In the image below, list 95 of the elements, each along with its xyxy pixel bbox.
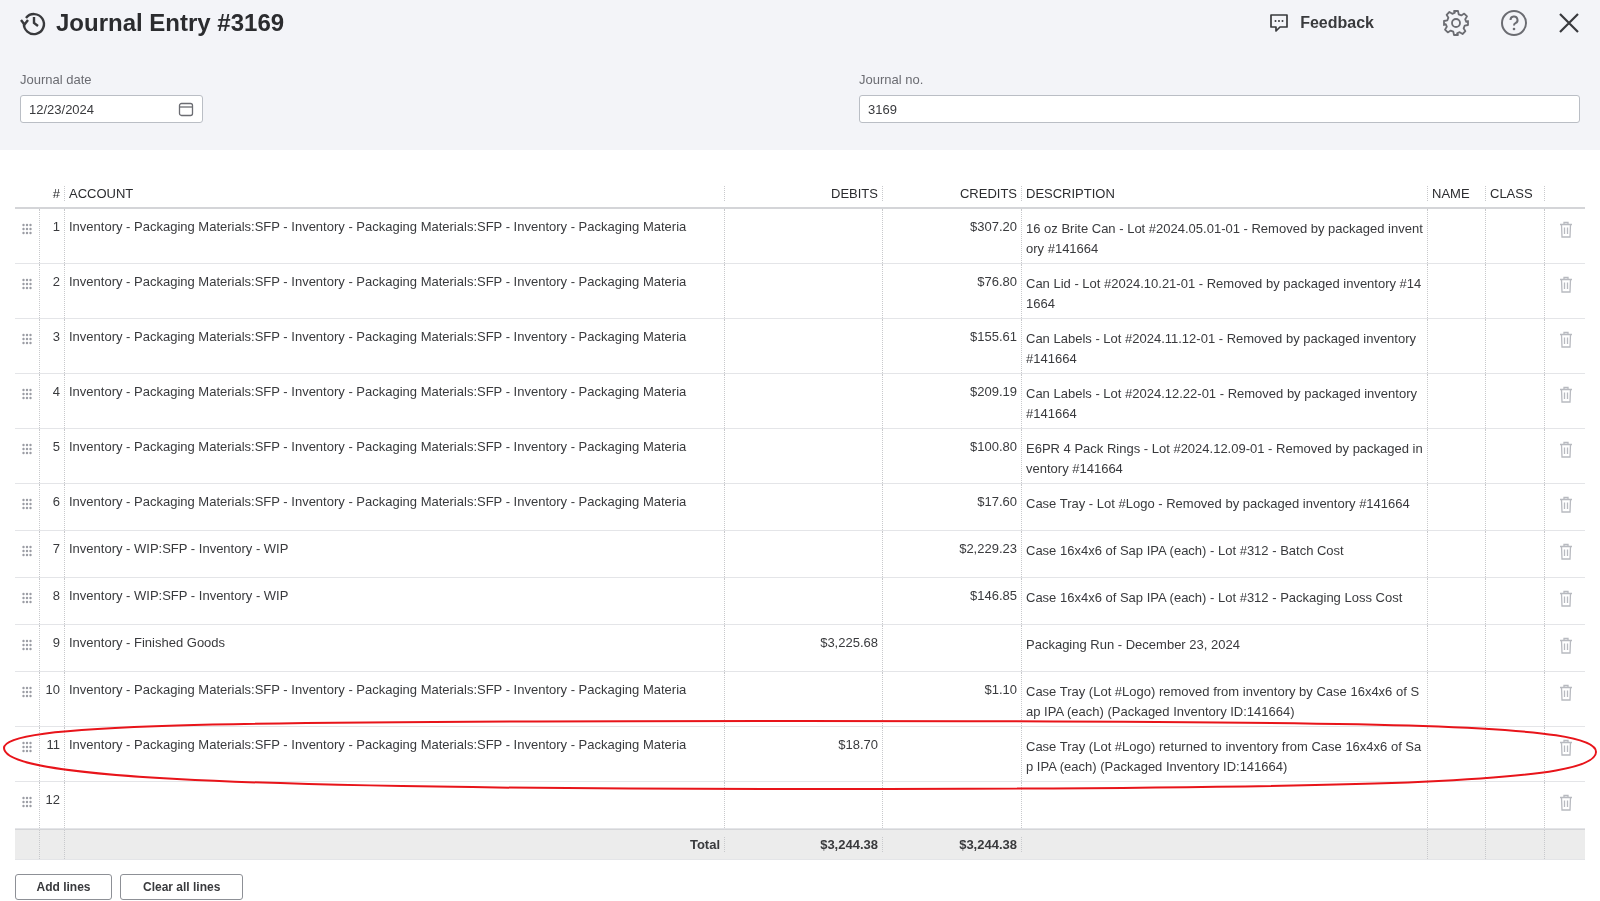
delete-icon[interactable] bbox=[1559, 221, 1573, 238]
settings-button[interactable] bbox=[1442, 9, 1470, 37]
delete-icon[interactable] bbox=[1559, 684, 1573, 701]
account-cell: Inventory - Packaging Materials:SFP - Inventory - Packaging Materials:SFP - Inventory - Packaging Materia bbox=[69, 737, 687, 752]
line-number: 7 bbox=[52, 541, 60, 556]
drag-handle-icon[interactable] bbox=[22, 686, 32, 698]
account-cell: Inventory - Packaging Materials:SFP - Inventory - Packaging Materials:SFP - Inventory - Packaging Materia bbox=[69, 384, 687, 399]
calendar-icon[interactable] bbox=[178, 101, 194, 117]
line-number: 4 bbox=[52, 384, 60, 399]
line-number: 1 bbox=[52, 219, 60, 234]
delete-icon[interactable] bbox=[1559, 441, 1573, 458]
close-icon bbox=[1558, 12, 1580, 34]
account-cell: Inventory - WIP:SFP - Inventory - WIP bbox=[69, 541, 289, 556]
line-number: 12 bbox=[45, 792, 60, 807]
description-cell: E6PR 4 Pack Rings - Lot #2024.12.09-01 - Removed by packaged inventory #141664 bbox=[1026, 441, 1423, 476]
drag-handle-icon[interactable] bbox=[22, 333, 32, 345]
delete-icon[interactable] bbox=[1559, 386, 1573, 403]
drag-handle-icon[interactable] bbox=[22, 545, 32, 557]
date-field[interactable]: 12/23/2024 bbox=[20, 95, 203, 123]
credit-amount: $100.80 bbox=[970, 439, 1017, 454]
drag-handle-icon[interactable] bbox=[22, 592, 32, 604]
column-header: DEBITS bbox=[831, 186, 878, 201]
account-cell: Inventory - Finished Goods bbox=[69, 635, 226, 650]
account-cell: Inventory - Packaging Materials:SFP - Inventory - Packaging Materials:SFP - Inventory - Packaging Materia bbox=[69, 439, 687, 454]
line-number: 3 bbox=[52, 329, 60, 344]
account-cell: Inventory - Packaging Materials:SFP - Inventory - Packaging Materials:SFP - Inventory - Packaging Materia bbox=[69, 274, 687, 289]
delete-icon[interactable] bbox=[1559, 276, 1573, 293]
credit-amount: $17.60 bbox=[977, 494, 1017, 509]
help-icon bbox=[1500, 9, 1528, 37]
drag-handle-icon[interactable] bbox=[22, 498, 32, 510]
description-cell: Can Labels - Lot #2024.11.12-01 - Removed by packaged inventory #141664 bbox=[1026, 331, 1416, 366]
delete-icon[interactable] bbox=[1559, 590, 1573, 607]
delete-icon[interactable] bbox=[1559, 543, 1573, 560]
line-number: 2 bbox=[52, 274, 60, 289]
credit-amount: $155.61 bbox=[970, 329, 1017, 344]
drag-handle-icon[interactable] bbox=[22, 278, 32, 290]
description-cell: Packaging Run - December 23, 2024 bbox=[1026, 637, 1240, 652]
column-header: DESCRIPTION bbox=[1026, 186, 1115, 201]
credit-amount: $1.10 bbox=[984, 682, 1017, 697]
description-cell: 16 oz Brite Can - Lot #2024.05.01-01 - Removed by packaged inventory #141664 bbox=[1026, 221, 1423, 256]
delete-icon[interactable] bbox=[1559, 637, 1573, 654]
delete-icon[interactable] bbox=[1559, 496, 1573, 513]
description-cell: Can Labels - Lot #2024.12.22-01 - Removed by packaged inventory #141664 bbox=[1026, 386, 1417, 421]
account-cell: Inventory - Packaging Materials:SFP - Inventory - Packaging Materials:SFP - Inventory - Packaging Materia bbox=[69, 682, 687, 697]
column-header: CREDITS bbox=[959, 186, 1017, 201]
line-number: 5 bbox=[52, 439, 60, 454]
drag-handle-icon[interactable] bbox=[22, 639, 32, 651]
description-cell: Case Tray (Lot #Logo) removed from inventory by Case 16x4x6 of Sap IPA (each) (Packaged Inventory ID:141664) bbox=[1026, 684, 1420, 719]
drag-handle-icon[interactable] bbox=[22, 223, 32, 235]
account-cell: Inventory - WIP:SFP - Inventory - WIP bbox=[69, 588, 289, 603]
column-header: CLASS bbox=[1490, 186, 1533, 201]
clear-lines-button[interactable]: Clear all lines bbox=[120, 874, 244, 900]
account-cell: Inventory - Packaging Materials:SFP - Inventory - Packaging Materials:SFP - Inventory - Packaging Materia bbox=[69, 219, 687, 234]
credit-amount: $2,229.23 bbox=[959, 541, 1017, 556]
column-header: # bbox=[52, 186, 60, 201]
description-cell: Case 16x4x6 of Sap IPA (each) - Lot #312 - Packaging Loss Cost bbox=[1026, 590, 1403, 605]
drag-handle-icon[interactable] bbox=[22, 796, 32, 808]
description-cell: Can Lid - Lot #2024.10.21-01 - Removed by packaged inventory #141664 bbox=[1026, 276, 1422, 311]
help-button[interactable] bbox=[1500, 9, 1528, 37]
line-number: 11 bbox=[46, 737, 60, 752]
drag-handle-icon[interactable] bbox=[22, 443, 32, 455]
field-label: Journal date bbox=[20, 72, 93, 87]
credit-amount: $146.85 bbox=[970, 588, 1017, 603]
delete-icon[interactable] bbox=[1559, 794, 1573, 811]
total-credits: $3,244.38 bbox=[959, 837, 1017, 852]
description-cell: Case Tray (Lot #Logo) returned to inventory from Case 16x4x6 of Sap IPA (each) (Packaged Inventory ID:141664) bbox=[1026, 739, 1422, 774]
debit-amount: $18.70 bbox=[838, 737, 878, 752]
close-button[interactable] bbox=[1558, 12, 1580, 34]
line-number: 8 bbox=[52, 588, 60, 603]
settings-icon bbox=[1442, 9, 1470, 37]
description-cell: Case 16x4x6 of Sap IPA (each) - Lot #312 - Batch Cost bbox=[1026, 543, 1344, 558]
account-cell: Inventory - Packaging Materials:SFP - Inventory - Packaging Materials:SFP - Inventory - Packaging Materia bbox=[69, 329, 687, 344]
credit-amount: $307.20 bbox=[970, 219, 1017, 234]
chat-icon bbox=[1268, 12, 1291, 34]
delete-icon[interactable] bbox=[1559, 739, 1573, 756]
column-header: ACCOUNT bbox=[69, 186, 134, 201]
field-label: Journal no. bbox=[859, 72, 925, 87]
feedback-button[interactable]: Feedback bbox=[1268, 12, 1374, 34]
line-number: 9 bbox=[52, 635, 60, 650]
credit-amount: $76.80 bbox=[977, 274, 1017, 289]
line-number: 6 bbox=[52, 494, 60, 509]
account-cell: Inventory - Packaging Materials:SFP - Inventory - Packaging Materials:SFP - Inventory - Packaging Materia bbox=[69, 494, 687, 509]
total-label: Total bbox=[689, 837, 720, 852]
delete-icon[interactable] bbox=[1559, 331, 1573, 348]
add-lines-button[interactable]: Add lines bbox=[15, 874, 112, 900]
total-debits: $3,244.38 bbox=[820, 837, 878, 852]
page-title: Journal Entry #3169 bbox=[56, 9, 285, 37]
column-header: NAME bbox=[1432, 186, 1470, 201]
line-number: 10 bbox=[45, 682, 60, 697]
drag-handle-icon[interactable] bbox=[22, 388, 32, 400]
drag-handle-icon[interactable] bbox=[22, 741, 32, 753]
text-field[interactable]: 3169 bbox=[859, 95, 1580, 123]
credit-amount: $209.19 bbox=[970, 384, 1017, 399]
description-cell: Case Tray - Lot #Logo - Removed by packaged inventory #141664 bbox=[1026, 496, 1410, 511]
debit-amount: $3,225.68 bbox=[820, 635, 878, 650]
